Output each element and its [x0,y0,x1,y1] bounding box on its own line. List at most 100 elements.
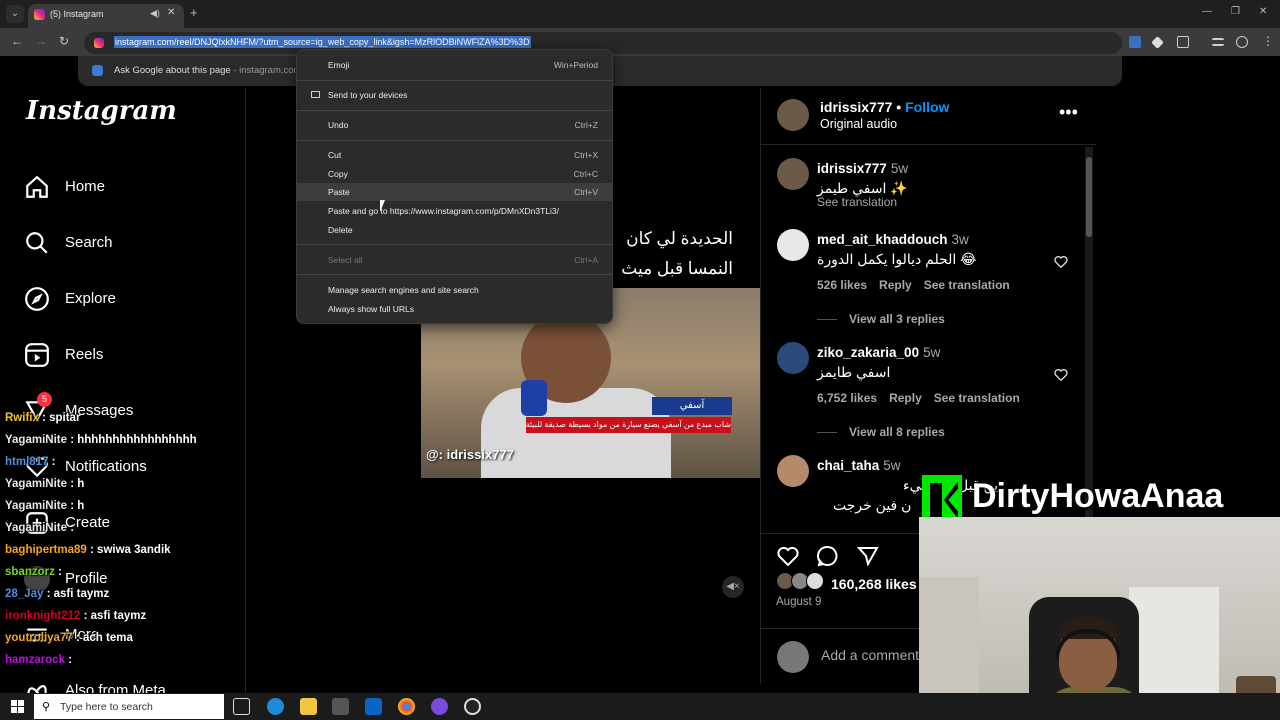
chrome-icon[interactable] [398,698,415,715]
audio-label[interactable]: Original audio [820,117,897,131]
author-username[interactable]: idrissix777 [820,99,892,115]
tab-audio-icon[interactable]: ◀) [150,8,160,19]
store-icon[interactable] [332,698,349,715]
chat-username[interactable]: Rwifix [5,412,39,424]
chat-message: 28_Jay : asfi taymz [5,588,109,600]
chat-username[interactable]: YagamiNite [5,500,67,512]
menu-item-manage-search-engines[interactable]: Manage search engines and site search [297,281,612,299]
back-icon[interactable]: ← [11,34,23,48]
reply-button[interactable]: Reply [879,278,912,292]
windows-start-icon[interactable] [11,700,24,713]
chat-username[interactable]: html817 [5,456,48,468]
see-translation-link[interactable]: See translation [934,391,1020,405]
chat-username[interactable]: YagamiNite [5,434,67,446]
minimize-icon[interactable]: — [1202,6,1212,17]
commenter-avatar[interactable] [777,158,809,190]
translate-icon[interactable] [1129,36,1141,48]
reply-button[interactable]: Reply [889,391,922,405]
commenter-avatar[interactable] [777,455,809,487]
chat-text: asfi taymz [90,610,147,622]
app-icon[interactable] [431,698,448,715]
chat-username[interactable]: youtroliya77 [5,632,73,644]
panel-header: idrissix777 • Follow Original audio ••• [761,88,1096,145]
commenter-avatar[interactable] [777,342,809,374]
commenter-avatar[interactable] [777,229,809,261]
chat-separator: : [54,566,62,578]
see-translation-link[interactable]: See translation [817,195,897,209]
like-heart-icon[interactable] [1053,254,1069,270]
menu-dots-icon[interactable]: ⋮ [1262,34,1274,48]
commenter-name[interactable]: chai_taha 5w [817,458,901,473]
chat-username[interactable]: ironknight212 [5,610,80,622]
forward-icon[interactable]: → [35,34,47,48]
extension-diamond-icon[interactable] [1151,36,1164,49]
reading-list-icon[interactable] [1212,38,1224,46]
like-heart-icon[interactable] [1053,367,1069,383]
url-text[interactable]: instagram.com/reel/DNJQIxkNHFM/?utm_sour… [114,36,531,48]
post-likes-count[interactable]: 160,268 likes [831,576,917,592]
menu-divider [297,140,612,141]
chat-separator: : [67,434,78,446]
chat-separator: : [65,654,73,666]
window-close-icon[interactable]: ✕ [1259,6,1267,17]
scrollbar-thumb[interactable] [1086,157,1092,237]
browser-toolbar: ← → ↻ instagram.com/reel/DNJQIxkNHFM/?ut… [0,28,1280,56]
streamer-name: DirtyHowaAnaa [972,477,1224,515]
see-translation-link[interactable]: See translation [924,278,1010,292]
view-replies-link[interactable]: View all 3 replies [817,312,945,326]
chat-username[interactable]: hamzarock [5,654,65,666]
share-icon[interactable] [856,544,880,568]
likes-count[interactable]: 526 likes [817,278,867,292]
more-options-icon[interactable]: ••• [1059,102,1078,123]
obs-icon[interactable] [464,698,481,715]
tab-search-button[interactable]: ⌄ [6,5,24,23]
extensions-icon[interactable] [1177,36,1189,48]
comments-scrollbar[interactable] [1085,147,1093,523]
chat-username[interactable]: YagamiNite [5,478,67,490]
menu-item-paste-and-go[interactable]: Paste and go to https://www.instagram.co… [297,202,612,220]
chat-username[interactable]: baghipertma89 [5,544,87,556]
new-tab-icon[interactable]: + [190,5,198,20]
chat-username[interactable]: 28_Jay [5,588,43,600]
tab-title: (5) Instagram [50,9,104,19]
chat-text: asfi taymz [53,588,110,600]
tab-close-icon[interactable]: ✕ [167,7,175,18]
mute-icon[interactable]: ◀× [722,576,744,598]
file-explorer-icon[interactable] [300,698,317,715]
menu-item-cut[interactable]: Cut Ctrl+X [297,146,612,164]
menu-item-select-all[interactable]: Select all Ctrl+A [297,251,612,269]
chat-username[interactable]: sbanzorz [5,566,55,578]
add-comment-input[interactable]: Add a comment... [821,647,931,663]
comment-text: الحلم ديالوا يكمل الدورة 😂 [817,251,977,267]
separator-dot: • [896,99,902,115]
menu-item-copy[interactable]: Copy Ctrl+C [297,165,612,183]
menu-item-show-full-urls[interactable]: Always show full URLs [297,300,612,318]
outlook-icon[interactable] [365,698,382,715]
comment-icon[interactable] [816,544,840,568]
profile-icon[interactable] [1236,36,1248,48]
commenter-name[interactable]: ziko_zakaria_00 5w [817,345,940,360]
view-replies-link[interactable]: View all 8 replies [817,425,945,439]
browser-tab[interactable]: (5) Instagram ◀) ✕ [28,4,184,28]
commenter-name[interactable]: idrissix777 5w [817,161,908,176]
like-icon[interactable] [776,544,800,568]
chat-username[interactable]: YagamiNite [5,522,67,534]
task-view-icon[interactable] [233,698,250,715]
instagram-logo[interactable]: Instagram [26,96,177,126]
menu-item-delete[interactable]: Delete [297,221,612,239]
edge-icon[interactable] [267,698,284,715]
comment-text: ن فين خرجت [833,497,912,513]
taskbar-search[interactable]: ⚲ Type here to search [34,694,224,719]
menu-item-send-to-devices[interactable]: Send to your devices [297,86,612,104]
maximize-icon[interactable]: ❐ [1231,6,1240,17]
suggestion-text: Ask Google about this page - instagram.c… [114,65,302,76]
menu-item-paste[interactable]: Paste Ctrl+V [297,183,612,201]
chat-separator: : [38,412,50,424]
likes-count[interactable]: 6,752 likes [817,391,877,405]
follow-button[interactable]: Follow [905,99,949,115]
menu-item-undo[interactable]: Undo Ctrl+Z [297,116,612,134]
author-avatar[interactable] [777,99,809,131]
reload-icon[interactable]: ↻ [59,34,69,48]
menu-item-emoji[interactable]: Emoji Win+Period [297,56,612,74]
commenter-name[interactable]: med_ait_khaddouch 3w [817,232,969,247]
